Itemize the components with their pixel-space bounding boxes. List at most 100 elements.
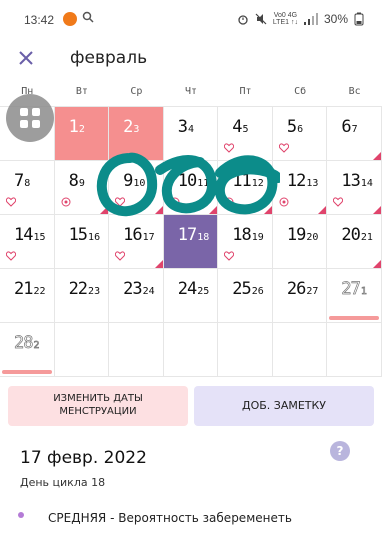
heart-icon: [6, 251, 16, 261]
grid-icon: [20, 108, 40, 128]
calendar-day[interactable]: 23: [109, 107, 164, 161]
calendar-day[interactable]: 45: [218, 107, 273, 161]
calendar-day[interactable]: 2425: [163, 269, 219, 323]
app-header: февраль: [0, 40, 382, 80]
cycle-day-sub: 9: [78, 178, 85, 189]
calendar-grid: 12 23 34 45 56 67 78 89 910 1011 1112 1213 1314 1415 1…: [0, 106, 382, 377]
calendar-day[interactable]: 1920: [272, 215, 328, 269]
calendar-day[interactable]: 2526: [218, 269, 273, 323]
cycle-day-sub: 8: [24, 178, 31, 189]
add-note-button[interactable]: ДОБ. ЗАМЕТКУ: [194, 386, 374, 426]
change-period-dates-button[interactable]: ИЗМЕНИТЬ ДАТЫ МЕНСТРУАЦИИ: [8, 386, 188, 426]
day-number-main: 28: [14, 333, 34, 354]
predicted-period-bar: [329, 316, 379, 320]
day-number-main: 24: [177, 279, 198, 299]
calendar-day[interactable]: 2122: [0, 269, 55, 323]
day-number-main: 8: [68, 171, 79, 191]
calendar-day[interactable]: 78: [0, 161, 55, 215]
day-number: 2526: [232, 279, 264, 299]
calendar-empty-cell: [54, 323, 110, 377]
calendar-empty-cell: [327, 323, 382, 377]
day-number: 1213: [287, 171, 319, 191]
grid-view-button[interactable]: [6, 94, 54, 142]
cycle-day-sub: 3: [133, 124, 140, 135]
day-number-main: 11: [232, 171, 252, 191]
calendar-day[interactable]: 12: [54, 107, 110, 161]
calendar-day[interactable]: 2627: [272, 269, 328, 323]
day-number-main: 7: [14, 171, 24, 191]
day-number: 23: [123, 117, 139, 137]
selected-date: 17 февр. 2022: [20, 448, 147, 468]
cycle-day-sub: 24: [142, 286, 155, 297]
cycle-day-sub: 5: [242, 124, 249, 135]
calendar-empty-cell: [109, 323, 164, 377]
change-period-line1: ИЗМЕНИТЬ ДАТЫ: [53, 393, 143, 404]
fertile-marker: [209, 206, 218, 214]
network-indicator: Vo0 4G LTE1 ↑↓: [273, 12, 298, 26]
ovulation-icon: [170, 197, 180, 207]
ovulation-icon: [224, 197, 234, 207]
calendar-day[interactable]: 2223: [54, 269, 110, 323]
weekday-label: Сб: [294, 86, 307, 97]
calendar-day[interactable]: 1819: [218, 215, 273, 269]
calendar-day[interactable]: 89: [54, 161, 110, 215]
day-number: 2627: [287, 279, 319, 299]
day-number: 78: [14, 171, 30, 191]
calendar-day[interactable]: 67: [327, 107, 382, 161]
day-number-main: 9: [123, 171, 133, 191]
calendar-day[interactable]: 1213: [272, 161, 328, 215]
cycle-day-sub: 13: [306, 178, 319, 189]
cycle-day-sub: 17: [142, 232, 155, 243]
predicted-period-bar: [2, 370, 52, 374]
day-number-main: 5: [286, 117, 297, 137]
weekday-label: Вс: [348, 86, 361, 97]
day-number: 910: [123, 171, 145, 191]
cycle-day-sub: 15: [33, 232, 46, 243]
weekday-label: Чт: [184, 86, 197, 97]
ovulation-icon: [279, 197, 289, 207]
calendar-day[interactable]: 34: [163, 107, 219, 161]
cycle-day: День цикла 18: [20, 476, 106, 489]
cycle-day-sub: 18: [197, 232, 210, 243]
fertile-marker: [318, 206, 327, 214]
fertile-marker: [372, 260, 381, 268]
calendar-day[interactable]: 1415: [0, 215, 55, 269]
day-number-main: 6: [341, 117, 351, 137]
calendar-day[interactable]: 282: [0, 323, 55, 377]
cycle-day-sub: 23: [88, 286, 101, 297]
calendar-day[interactable]: 1314: [327, 161, 382, 215]
cycle-day-sub: 19: [251, 232, 264, 243]
day-number-main: 21: [14, 279, 34, 299]
network-top-text: Vo0 4G: [273, 12, 298, 19]
day-number: 1112: [232, 171, 264, 191]
calendar-day[interactable]: 1011: [163, 161, 219, 215]
cycle-day-sub: 10: [133, 178, 146, 189]
weekday-label: Пт: [239, 86, 252, 97]
calendar-day[interactable]: 1112: [218, 161, 273, 215]
calendar-day[interactable]: 1617: [109, 215, 164, 269]
day-number: 12: [69, 117, 85, 137]
calendar-day[interactable]: 2021: [327, 215, 382, 269]
day-number: 56: [287, 117, 303, 137]
calendar-day[interactable]: 271: [327, 269, 382, 323]
day-number-main: 13: [341, 171, 361, 191]
status-time: 13:42: [24, 13, 55, 27]
alarm-icon: [238, 15, 248, 25]
cycle-day-sub: 1: [360, 286, 368, 298]
close-icon[interactable]: [14, 46, 38, 70]
cycle-day-sub: 20: [306, 232, 319, 243]
day-number-main: 17: [177, 225, 198, 245]
calendar-day[interactable]: 1516: [54, 215, 110, 269]
calendar-day[interactable]: 1718: [163, 215, 219, 269]
status-icons: Vo0 4G LTE1 ↑↓ 30%: [237, 12, 364, 26]
cycle-day-sub: 14: [360, 178, 373, 189]
calendar-day[interactable]: 910: [109, 161, 164, 215]
cycle-day-sub: 11: [197, 178, 210, 189]
calendar-day[interactable]: 56: [272, 107, 328, 161]
heart-icon: [333, 197, 344, 207]
heart-icon: [278, 143, 289, 153]
calendar-day[interactable]: 2324: [109, 269, 164, 323]
heart-icon: [115, 197, 126, 207]
help-icon[interactable]: ?: [330, 441, 350, 461]
day-number: 1314: [341, 171, 373, 191]
